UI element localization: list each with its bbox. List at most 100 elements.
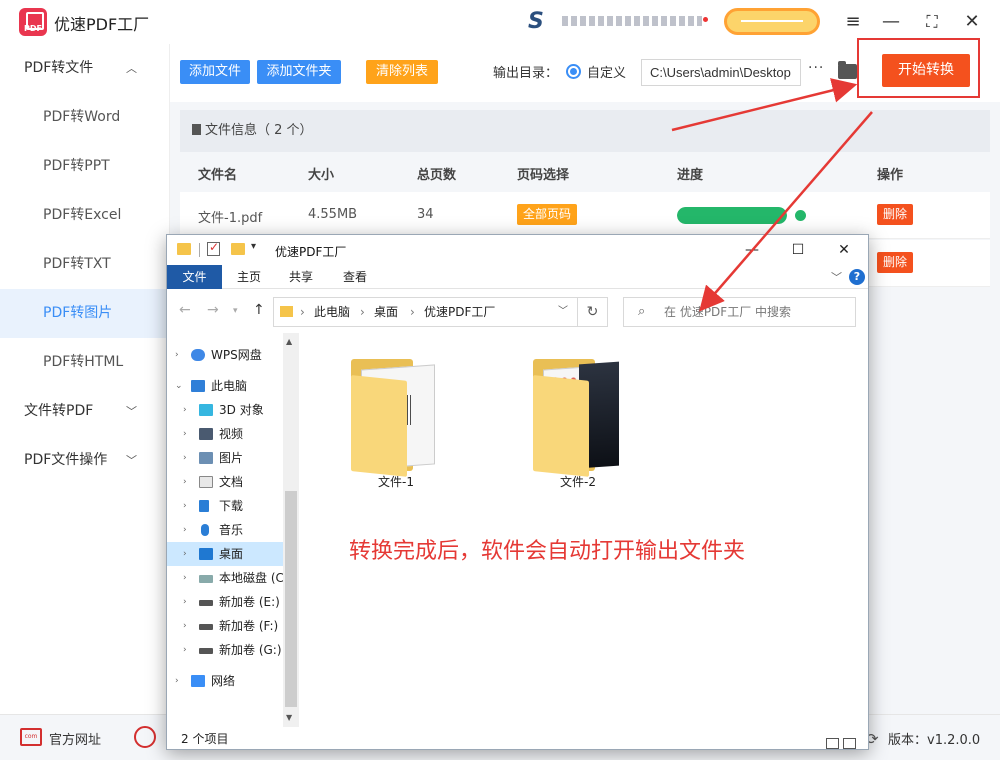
customize-toolbar-icon[interactable]: ▾ (251, 241, 256, 252)
chevron-right-icon[interactable]: › (183, 518, 187, 542)
drive-icon (199, 648, 213, 654)
tab-file[interactable]: 文件 (167, 265, 222, 289)
tree-item-network[interactable]: › 网络 (167, 669, 283, 693)
sidebar-group-pdf-to-file[interactable]: PDF转文件 ︿ (0, 44, 169, 93)
tab-home[interactable]: 主页 (229, 265, 269, 289)
breadcrumb-this-pc[interactable]: 此电脑 (314, 298, 350, 326)
page-select-button[interactable]: 全部页码 (517, 204, 578, 225)
chevron-right-icon[interactable]: › (175, 669, 179, 693)
promo-banner[interactable] (562, 16, 702, 26)
large-icons-view-icon[interactable] (843, 738, 856, 749)
tree-item-wps[interactable]: › WPS网盘 (167, 343, 283, 367)
chevron-right-icon[interactable]: › (183, 638, 187, 662)
tree-label: 3D 对象 (219, 403, 264, 417)
column-page-select: 页码选择 (517, 168, 570, 183)
tree-item-drive-e[interactable]: › 新加卷 (E:) (167, 590, 283, 614)
tree-item-music[interactable]: › 音乐 (167, 518, 283, 542)
recent-locations-icon[interactable]: ▾ (233, 306, 238, 316)
tree-item-3d[interactable]: › 3D 对象 (167, 398, 283, 422)
sidebar-item-pdf-to-txt[interactable]: PDF转TXT (0, 240, 169, 289)
add-file-button[interactable]: 添加文件 (180, 60, 250, 84)
scroll-down-icon[interactable]: ▼ (286, 713, 292, 722)
navigation-tree: › WPS网盘 ⌄ 此电脑 › 3D 对象 › 视频 › 图片 › 文档 › 下… (167, 333, 283, 725)
tree-item-this-pc[interactable]: ⌄ 此电脑 (167, 374, 283, 398)
music-icon (201, 524, 209, 536)
properties-icon[interactable] (207, 240, 220, 256)
menu-icon[interactable]: ≡ (842, 11, 864, 33)
promo-button[interactable] (724, 8, 820, 35)
sidebar-group-pdf-operations[interactable]: PDF文件操作 ﹀ (0, 436, 169, 485)
tab-share[interactable]: 共享 (281, 265, 321, 289)
maximize-icon[interactable]: ☐ (775, 237, 821, 263)
chevron-right-icon[interactable]: › (183, 614, 187, 638)
tree-item-drive-g[interactable]: › 新加卷 (G:) (167, 638, 283, 662)
folder-item-2[interactable]: 文件-2 (523, 355, 633, 505)
expand-ribbon-icon[interactable]: ﹀ (831, 269, 842, 285)
file-info-header: 文件信息（ 2 个） (180, 110, 990, 152)
tree-item-downloads[interactable]: › 下载 (167, 494, 283, 518)
chevron-right-icon[interactable]: › (183, 398, 187, 422)
help-icon[interactable]: ? (849, 269, 865, 285)
chevron-right-icon[interactable]: › (183, 446, 187, 470)
tree-item-drive-f[interactable]: › 新加卷 (F:) (167, 614, 283, 638)
annotation-text: 转换完成后，软件会自动打开输出文件夹 (349, 539, 746, 564)
refresh-icon[interactable]: ↻ (578, 297, 608, 327)
chevron-right-icon[interactable]: › (183, 566, 187, 590)
folder-item-1[interactable]: 文件-1 (341, 355, 451, 505)
chevron-right-icon[interactable]: › (183, 470, 187, 494)
delete-button[interactable]: 删除 (877, 204, 914, 225)
clear-list-button[interactable]: 清除列表 (366, 60, 438, 84)
chevron-right-icon[interactable]: › (175, 343, 179, 367)
sidebar-item-pdf-to-word[interactable]: PDF转Word (0, 93, 169, 142)
delete-button[interactable]: 删除 (877, 252, 914, 273)
qq-icon[interactable] (134, 726, 156, 748)
chevron-down-icon[interactable]: ⌄ (175, 374, 183, 398)
add-folder-button[interactable]: 添加文件夹 (257, 60, 341, 84)
scroll-thumb[interactable] (285, 491, 297, 707)
sidebar-group-file-to-pdf[interactable]: 文件转PDF ﹀ (0, 387, 169, 436)
scroll-up-icon[interactable]: ▲ (286, 337, 292, 346)
minimize-icon[interactable]: — (729, 237, 775, 263)
new-folder-icon[interactable] (231, 243, 245, 255)
tree-label: 新加卷 (E:) (219, 595, 280, 609)
breadcrumb-folder[interactable]: 优速PDF工厂 (424, 298, 495, 326)
search-input[interactable]: ⌕ 在 优速PDF工厂 中搜索 (623, 297, 856, 327)
fullscreen-icon[interactable]: ⛶ (921, 11, 943, 33)
column-pages: 总页数 (417, 168, 457, 183)
minimize-icon[interactable]: — (880, 11, 902, 33)
tree-scrollbar[interactable]: ▲ ▼ (283, 333, 299, 727)
sidebar-item-pdf-to-ppt[interactable]: PDF转PPT (0, 142, 169, 191)
tree-label: 网络 (211, 674, 236, 688)
tree-item-documents[interactable]: › 文档 (167, 470, 283, 494)
sidebar-item-pdf-to-image[interactable]: PDF转图片 (0, 289, 169, 338)
sidebar-item-pdf-to-excel[interactable]: PDF转Excel (0, 191, 169, 240)
document-icon (192, 124, 201, 135)
up-arrow-icon[interactable]: ↑ (253, 302, 265, 318)
chevron-right-icon[interactable]: › (183, 422, 187, 446)
chevron-right-icon[interactable]: › (183, 590, 187, 614)
tree-item-desktop[interactable]: › 桌面 (167, 542, 283, 566)
back-arrow-icon[interactable]: ← (179, 302, 191, 318)
tree-item-video[interactable]: › 视频 (167, 422, 283, 446)
promo-dot (703, 17, 708, 22)
open-folder-icon[interactable] (838, 61, 857, 79)
breadcrumb-desktop[interactable]: 桌面 (374, 298, 398, 326)
version-label: 版本：v1.2.0.0 (888, 733, 981, 748)
more-options-button[interactable]: ··· (808, 60, 824, 76)
output-path-input[interactable]: C:\Users\admin\Desktop (641, 59, 801, 86)
chevron-right-icon[interactable]: › (183, 494, 187, 518)
address-bar[interactable]: › 此电脑 › 桌面 › 优速PDF工厂 ﹀ (273, 297, 578, 327)
sidebar-item-pdf-to-html[interactable]: PDF转HTML (0, 338, 169, 387)
tree-item-pictures[interactable]: › 图片 (167, 446, 283, 470)
close-icon[interactable]: ✕ (961, 11, 983, 33)
tab-view[interactable]: 查看 (335, 265, 375, 289)
details-view-icon[interactable] (826, 738, 839, 749)
chevron-down-icon[interactable]: ﹀ (558, 298, 568, 326)
close-icon[interactable]: ✕ (821, 237, 867, 263)
custom-radio[interactable] (566, 64, 581, 79)
chevron-right-icon[interactable]: › (183, 542, 187, 566)
start-convert-button[interactable]: 开始转换 (882, 54, 970, 87)
website-link[interactable]: 官方网址 (49, 729, 101, 748)
forward-arrow-icon[interactable]: → (207, 302, 219, 318)
tree-item-drive-c[interactable]: › 本地磁盘 (C (167, 566, 283, 590)
